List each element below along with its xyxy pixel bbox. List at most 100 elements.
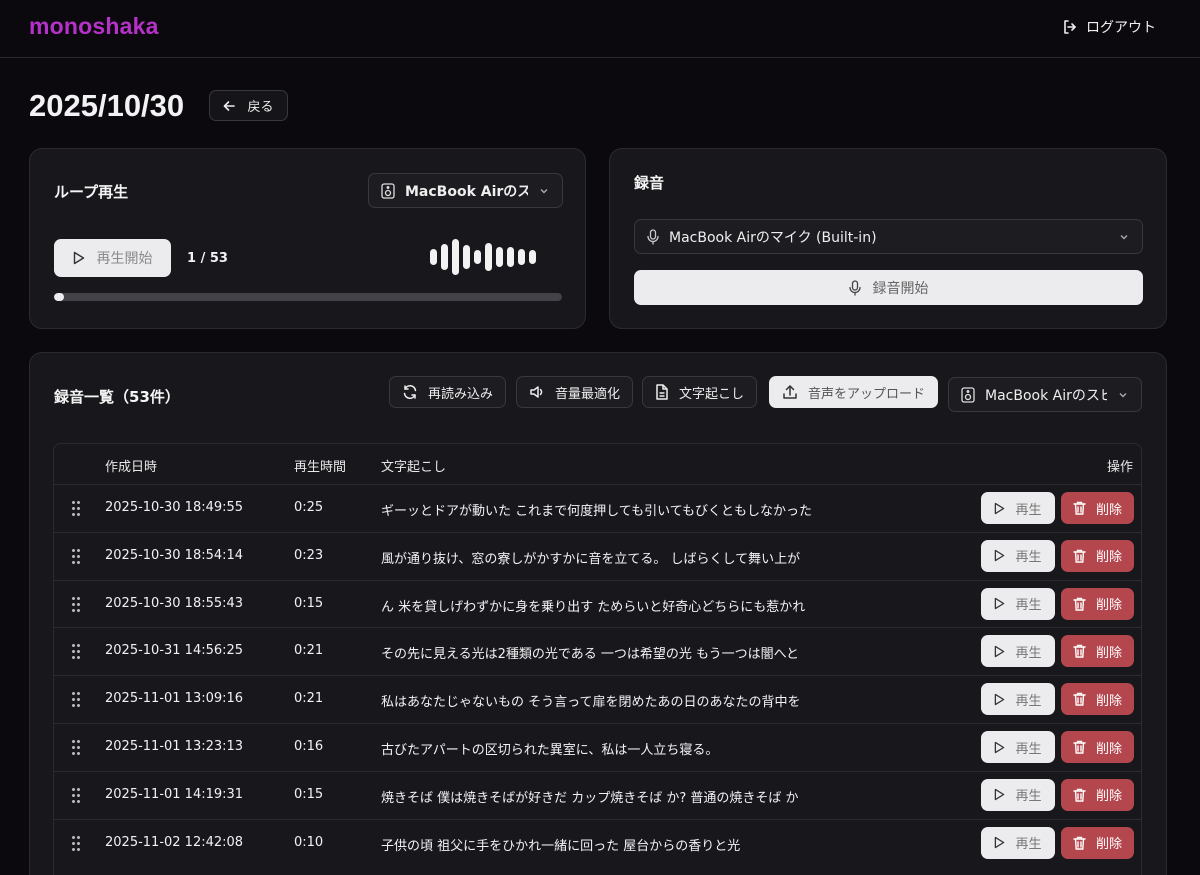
loop-progress-bar[interactable] [54, 293, 562, 301]
duration-cell: 0:15 [294, 595, 324, 611]
trash-icon [1073, 549, 1086, 563]
row-play-label: 再生 [1015, 550, 1042, 566]
transcript-cell: 私はあなたじゃないもの そう言って扉を閉めたあの日のあなたの背中を [381, 695, 801, 711]
start-recording-button[interactable]: 録音開始 [634, 270, 1143, 305]
row-delete-button[interactable]: 削除 [1061, 778, 1134, 811]
transcript-cell: ん 米を貸しげわずかに身を乗り出す ためらいと好奇心どちらにも惹かれ [381, 599, 806, 615]
drag-handle-icon[interactable] [72, 548, 80, 565]
recordings-table: 作成日時 再生時間 文字起こし 操作 2025-10-30 18:49:55 0:… [53, 443, 1142, 875]
row-play-button[interactable]: 再生 [981, 731, 1055, 763]
drag-handle-icon[interactable] [72, 692, 80, 708]
row-play-button[interactable]: 再生 [981, 587, 1055, 620]
reload-button[interactable]: 再読み込み [389, 376, 507, 408]
drag-handle-icon[interactable] [72, 501, 80, 517]
duration-cell: 0:21 [294, 643, 324, 659]
table-row: 2025-10-30 18:55:43 0:15 ん 米を貸しげわずかに身を乗り出す… [54, 579, 1141, 628]
play-icon [994, 693, 1005, 706]
row-delete-label: 削除 [1095, 502, 1122, 518]
upload-audio-label: 音声をアップロード [808, 386, 926, 402]
column-header-transcript: 文字起こし [381, 460, 447, 475]
drag-handle-icon[interactable] [72, 644, 80, 660]
table-row: 2025-11-01 13:09:16 0:21 私はあなたじゃないもの そう言って… [54, 675, 1141, 723]
table-row: 2025-10-31 14:56:25 0:21 その先に見える光は2種類の光である… [54, 627, 1141, 675]
trash-icon [1073, 836, 1086, 850]
table-row: 2025-10-30 18:54:14 0:23 風が通り抜け、窓の寮しがかすかに音… [54, 531, 1141, 580]
row-play-button[interactable]: 再生 [981, 683, 1055, 716]
duration-cell: 0:16 [294, 739, 324, 754]
row-delete-label: 削除 [1095, 837, 1122, 853]
loop-play-label: 再生開始 [96, 251, 153, 267]
back-button[interactable]: 戻る [209, 90, 288, 121]
duration-cell: 0:25 [294, 500, 324, 515]
drag-handle-icon[interactable] [72, 596, 80, 613]
column-header-created: 作成日時 [105, 460, 158, 475]
normalize-volume-label: 音量最適化 [555, 386, 621, 402]
row-delete-label: 削除 [1095, 550, 1122, 566]
column-header-actions: 操作 [1106, 460, 1133, 475]
refresh-icon [402, 384, 418, 400]
table-row: 2025-10-30 18:49:55 0:25 ギーッとドアが動いた これまで何度… [54, 484, 1141, 532]
logout-button[interactable]: ログアウト [1062, 16, 1156, 38]
drag-handle-icon[interactable] [72, 787, 80, 804]
created-cell: 2025-10-30 18:49:55 [105, 500, 244, 515]
top-bar: monoshaka ログアウト [0, 0, 1200, 58]
page-title: 2025/10/30 [29, 88, 185, 123]
row-play-button[interactable]: 再生 [981, 826, 1055, 859]
input-device-value: MacBook Airのマイク (Built-in) [669, 229, 877, 246]
row-delete-button[interactable]: 削除 [1061, 683, 1134, 716]
speaker-icon [381, 182, 395, 199]
microphone-icon [848, 279, 861, 296]
row-play-label: 再生 [1015, 598, 1042, 614]
row-delete-button[interactable]: 削除 [1061, 731, 1134, 763]
row-play-label: 再生 [1015, 837, 1042, 853]
duration-cell: 0:10 [294, 834, 324, 850]
loop-playback-card: ループ再生 MacBook Airのスピーカー 再生開始 1 / 53 [29, 148, 586, 329]
row-delete-button[interactable]: 削除 [1061, 826, 1134, 859]
upload-audio-button[interactable]: 音声をアップロード [769, 376, 939, 408]
row-play-button[interactable]: 再生 [981, 539, 1055, 572]
loop-play-button[interactable]: 再生開始 [54, 239, 171, 277]
trash-icon [1073, 597, 1086, 611]
row-play-label: 再生 [1015, 502, 1042, 518]
row-delete-button[interactable]: 削除 [1061, 539, 1134, 572]
row-play-button[interactable]: 再生 [981, 778, 1055, 811]
loop-playback-title: ループ再生 [54, 183, 129, 201]
table-row: 2025-11-01 13:23:13 0:16 古びたアパートの区切られた異室に、… [54, 723, 1141, 771]
play-icon [994, 741, 1005, 754]
transcript-cell: その先に見える光は2種類の光である 一つは希望の光 もう一つは闇へと [381, 647, 799, 663]
play-icon [994, 788, 1005, 801]
arrow-left-icon [223, 100, 236, 112]
trash-icon [1073, 501, 1086, 515]
row-delete-button[interactable]: 削除 [1061, 587, 1134, 620]
list-output-device-value: MacBook Airのスピーカー [985, 387, 1107, 404]
row-delete-label: 削除 [1095, 741, 1122, 757]
chevron-down-icon [1118, 231, 1130, 243]
drag-handle-icon[interactable] [72, 835, 80, 852]
app-logo[interactable]: monoshaka [29, 13, 159, 40]
row-play-button[interactable]: 再生 [981, 492, 1055, 524]
row-delete-button[interactable]: 削除 [1061, 492, 1134, 524]
created-cell: 2025-11-01 14:19:31 [105, 786, 244, 802]
table-header: 作成日時 再生時間 文字起こし 操作 [54, 444, 1141, 484]
created-cell: 2025-11-02 12:42:08 [105, 834, 244, 850]
transcribe-button[interactable]: 文字起こし [642, 376, 758, 408]
row-delete-button[interactable]: 削除 [1061, 635, 1134, 668]
row-delete-label: 削除 [1095, 693, 1122, 709]
row-play-button[interactable]: 再生 [981, 635, 1055, 668]
recording-card: 録音 MacBook Airのマイク (Built-in) 録音開始 [609, 148, 1167, 329]
input-device-select[interactable]: MacBook Airのマイク (Built-in) [634, 219, 1143, 254]
normalize-volume-button[interactable]: 音量最適化 [516, 376, 634, 408]
play-icon [994, 597, 1005, 610]
loop-progress-fill [54, 293, 65, 301]
drag-handle-icon[interactable] [72, 740, 80, 756]
trash-icon [1073, 788, 1086, 802]
row-play-label: 再生 [1015, 693, 1042, 709]
trash-icon [1073, 644, 1086, 659]
document-icon [655, 384, 669, 400]
waveform-icon [430, 239, 536, 275]
output-device-select[interactable]: MacBook Airのスピーカー [368, 173, 563, 208]
output-device-value: MacBook Airのスピーカー [405, 183, 528, 200]
duration-cell: 0:21 [294, 691, 324, 707]
created-cell: 2025-11-01 13:23:13 [105, 739, 244, 754]
list-output-device-select[interactable]: MacBook Airのスピーカー [948, 377, 1142, 412]
